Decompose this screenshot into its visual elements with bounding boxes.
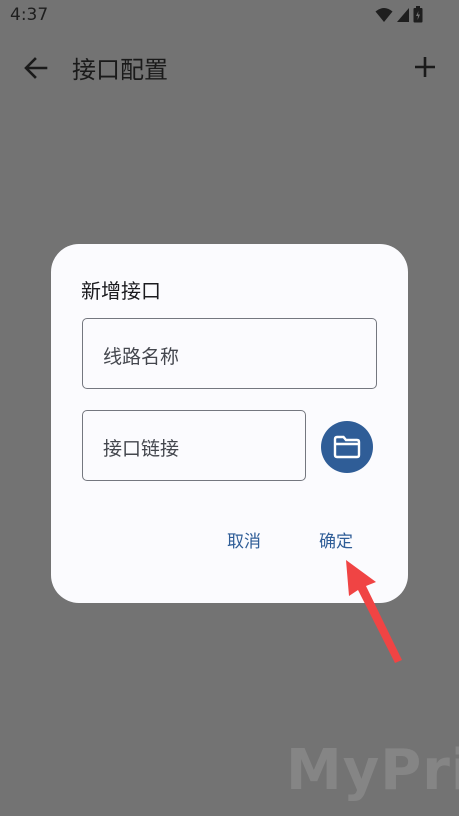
watermark: MyPrice (286, 738, 459, 803)
line-name-placeholder: 线路名称 (103, 346, 180, 368)
page-title: 接口配置 (72, 56, 168, 84)
status-time: 4:37 (10, 5, 49, 25)
status-icons (375, 6, 423, 23)
folder-icon (333, 435, 361, 459)
folder-button[interactable] (321, 421, 373, 473)
arrow-left-icon (24, 57, 48, 79)
battery-icon (413, 6, 423, 23)
annotation-arrow (346, 560, 402, 663)
wifi-icon (375, 7, 393, 22)
dialog-title: 新增接口 (81, 279, 161, 303)
plus-icon (415, 57, 435, 77)
interface-url-placeholder: 接口链接 (103, 438, 180, 460)
add-button[interactable] (409, 51, 441, 83)
cancel-button[interactable]: 取消 (227, 527, 261, 552)
confirm-button[interactable]: 确定 (319, 527, 353, 552)
interface-url-field[interactable]: 接口链接 (82, 410, 306, 481)
add-interface-dialog: 新增接口 线路名称 接口链接 取消 确定 (51, 244, 408, 603)
back-button[interactable] (20, 52, 52, 84)
status-bar: 4:37 (0, 0, 459, 32)
app-bar: 接口配置 (0, 36, 459, 98)
signal-icon (397, 7, 409, 22)
line-name-field[interactable]: 线路名称 (82, 318, 377, 389)
